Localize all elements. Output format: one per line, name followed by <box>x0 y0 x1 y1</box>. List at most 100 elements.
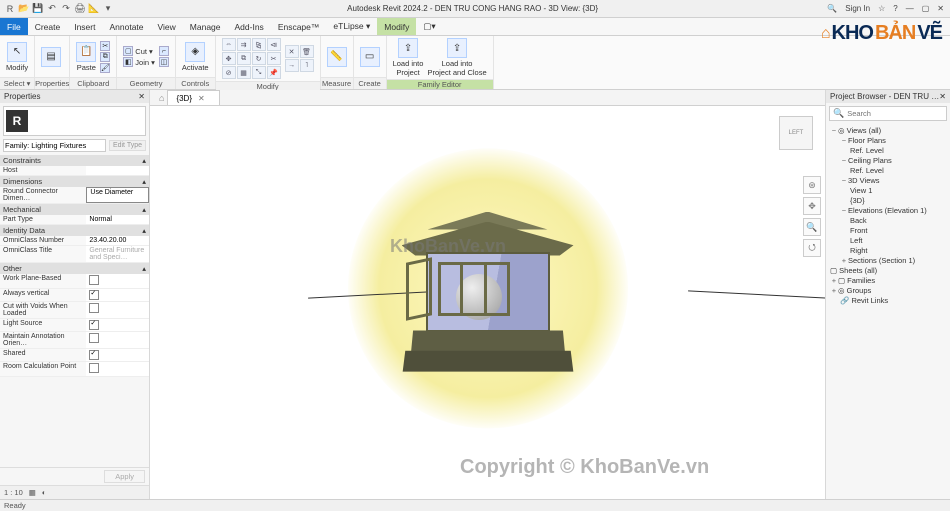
tab-annotate[interactable]: Annotate <box>102 18 150 35</box>
node-ref-level-2[interactable]: Ref. Level <box>830 166 946 176</box>
close-icon[interactable]: ✕ <box>937 4 944 13</box>
tab-manage[interactable]: Manage <box>183 18 228 35</box>
mirror-pick-button[interactable]: ⧏ <box>267 38 281 51</box>
section-identity[interactable]: Identity Data▴ <box>0 225 149 236</box>
print-icon[interactable]: 🖨 <box>74 3 86 15</box>
cut-geom-button[interactable]: ▢Cut ▾ <box>123 46 155 56</box>
extend-button[interactable]: → <box>285 59 299 72</box>
tab-create[interactable]: Create <box>28 18 68 35</box>
split-face-button[interactable]: ◫ <box>159 57 169 67</box>
tab-etlipse[interactable]: eTLipse ▾ <box>326 18 377 35</box>
save-icon[interactable]: 💾 <box>32 3 44 15</box>
activate-button[interactable]: ◈Activate <box>182 42 209 72</box>
node-sheets[interactable]: ▢ Sheets (all) <box>830 266 946 276</box>
properties-button[interactable]: ▤ <box>41 47 61 67</box>
trim-button[interactable]: ✂ <box>267 52 281 65</box>
align-button[interactable]: ⇔ <box>222 38 236 51</box>
type-selector[interactable]: R <box>3 106 146 136</box>
offset-button[interactable]: ⇉ <box>237 38 251 51</box>
tab-view[interactable]: View <box>151 18 183 35</box>
node-front[interactable]: Front <box>830 226 946 236</box>
browser-search[interactable]: 🔍 <box>829 106 947 121</box>
section-constraints[interactable]: Constraints▴ <box>0 155 149 166</box>
viewcube[interactable]: LEFT <box>779 116 813 150</box>
tab-contextual[interactable]: ▢▾ <box>416 18 442 35</box>
node-view1[interactable]: View 1 <box>830 186 946 196</box>
match-button[interactable]: 🖌 <box>100 63 110 73</box>
copy-button[interactable]: ⧉ <box>237 52 251 65</box>
tab-modify[interactable]: Modify <box>377 18 416 35</box>
visual-style-icon[interactable]: ◐ <box>42 488 47 497</box>
corner-button[interactable]: ˥ <box>300 59 314 72</box>
tab-addins[interactable]: Add-Ins <box>228 18 271 35</box>
node-ceiling-plans[interactable]: −Ceiling Plans <box>830 156 946 166</box>
create-button[interactable]: ▭ <box>360 47 380 67</box>
mirror-axis-button[interactable]: ⧎ <box>252 38 266 51</box>
node-families[interactable]: +▢ Families <box>830 276 946 286</box>
undo-icon[interactable]: ↶ <box>46 3 58 15</box>
detail-level-icon[interactable]: ▦ <box>29 488 36 497</box>
node-3d[interactable]: {3D} <box>830 196 946 206</box>
measure-button[interactable]: 📏 <box>327 47 347 67</box>
modify-button[interactable]: ↖Modify <box>6 42 28 72</box>
node-left[interactable]: Left <box>830 236 946 246</box>
shared-checkbox[interactable] <box>89 350 99 360</box>
viewport-3d[interactable]: LEFT ⊛ ✥ 🔍 ⭯ KhoBanVe.vn Copyright © Kho… <box>150 106 825 499</box>
redo-icon[interactable]: ↷ <box>60 3 72 15</box>
minimize-icon[interactable]: — <box>906 4 914 13</box>
load-into-project-button[interactable]: ⇪Load into Project <box>393 38 424 77</box>
work-plane-checkbox[interactable] <box>89 275 99 285</box>
move-button[interactable]: ✥ <box>222 52 236 65</box>
paste-button[interactable]: 📋Paste <box>76 42 96 72</box>
open-icon[interactable]: 📂 <box>18 3 30 15</box>
node-groups[interactable]: +◎ Groups <box>830 286 946 296</box>
array-button[interactable]: ▦ <box>237 66 251 79</box>
always-vertical-checkbox[interactable] <box>89 290 99 300</box>
pan-icon[interactable]: ✥ <box>803 197 821 215</box>
help-icon[interactable]: ? <box>893 4 897 13</box>
properties-close-icon[interactable]: ✕ <box>138 92 145 101</box>
search-icon[interactable]: 🔍 <box>827 4 837 13</box>
delete-button[interactable]: 🗑 <box>300 45 314 58</box>
rotate-button[interactable]: ↻ <box>252 52 266 65</box>
node-views[interactable]: −◎ Views (all) <box>830 126 946 136</box>
pin-button[interactable]: 📌 <box>267 66 281 79</box>
section-dimensions[interactable]: Dimensions▴ <box>0 176 149 187</box>
zoom-icon[interactable]: 🔍 <box>803 218 821 236</box>
load-close-button[interactable]: ⇪Load into Project and Close <box>427 38 486 77</box>
split-button[interactable]: ⊘ <box>222 66 236 79</box>
room-calc-checkbox[interactable] <box>89 363 99 373</box>
section-mechanical[interactable]: Mechanical▴ <box>0 204 149 215</box>
unpin-button[interactable]: ✕ <box>285 45 299 58</box>
apply-button[interactable]: Apply <box>104 470 145 483</box>
node-back[interactable]: Back <box>830 216 946 226</box>
tab-file[interactable]: File <box>0 18 28 35</box>
cope-button[interactable]: ⌐ <box>159 46 169 56</box>
browser-close-icon[interactable]: ✕ <box>939 92 946 101</box>
copy-clip-button[interactable]: ⧉ <box>100 52 110 62</box>
node-3d-views[interactable]: −3D Views <box>830 176 946 186</box>
dropdown-icon[interactable]: ▾ <box>102 3 114 15</box>
measure-icon[interactable]: 📐 <box>88 3 100 15</box>
node-right[interactable]: Right <box>830 246 946 256</box>
family-input[interactable] <box>3 139 106 152</box>
join-geom-button[interactable]: ◧Join ▾ <box>123 57 155 67</box>
browser-search-input[interactable] <box>847 109 944 118</box>
maintain-annotation-checkbox[interactable] <box>89 333 99 343</box>
orbit-icon[interactable]: ⭯ <box>803 239 821 257</box>
node-sections[interactable]: +Sections (Section 1) <box>830 256 946 266</box>
edit-type-button[interactable]: Edit Type <box>109 140 146 151</box>
maximize-icon[interactable]: ▢ <box>922 4 930 13</box>
cut-clip-button[interactable]: ✂ <box>100 41 110 51</box>
scale-button[interactable]: ⤡ <box>252 66 266 79</box>
doc-tab-3d[interactable]: {3D} ✕ <box>167 90 219 105</box>
panel-label-select[interactable]: Select ▾ <box>0 77 34 89</box>
node-floor-plans[interactable]: −Floor Plans <box>830 136 946 146</box>
doc-tab-close-icon[interactable]: ✕ <box>198 94 205 103</box>
tab-insert[interactable]: Insert <box>67 18 102 35</box>
home-icon[interactable]: ⌂ <box>156 90 167 105</box>
tab-enscape[interactable]: Enscape™ <box>271 18 327 35</box>
node-elevations[interactable]: −Elevations (Elevation 1) <box>830 206 946 216</box>
node-revit-links[interactable]: 🔗 Revit Links <box>830 296 946 306</box>
scale-control[interactable]: 1 : 10 <box>4 488 23 497</box>
